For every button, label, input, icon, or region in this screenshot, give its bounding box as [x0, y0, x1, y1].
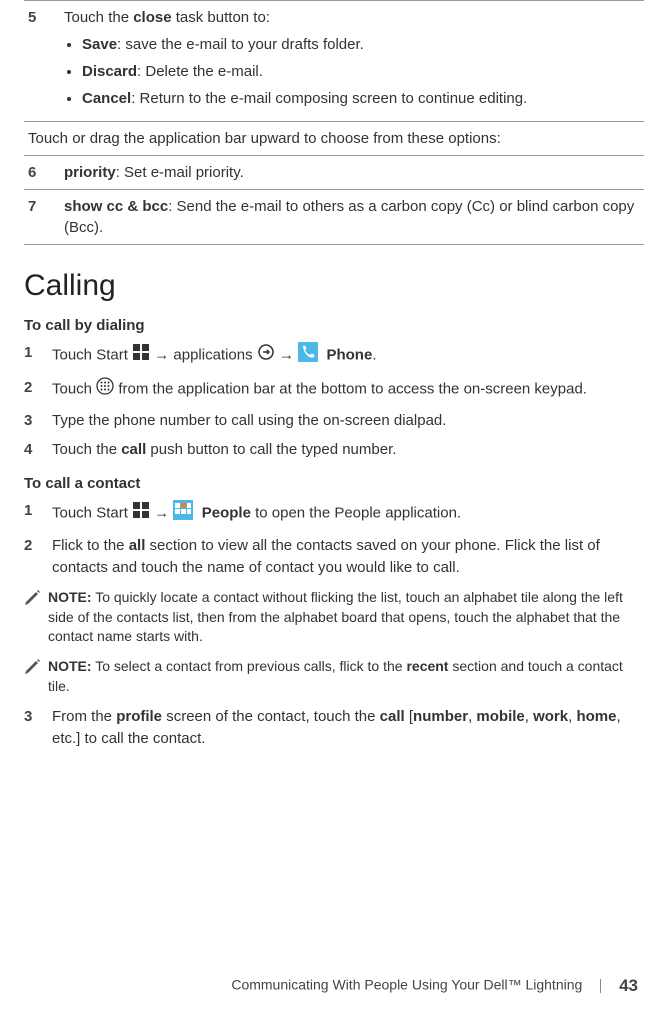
text: from the application bar at the bottom t…: [118, 380, 587, 397]
text: [: [405, 708, 413, 725]
start-tiles-icon: [132, 343, 150, 368]
note-body: NOTE: To select a contact from previous …: [48, 657, 644, 696]
step-body: priority: Set e-mail priority.: [60, 156, 644, 190]
bold: close: [133, 9, 171, 26]
note-pencil-icon: [24, 588, 48, 647]
step-number: 6: [24, 156, 60, 190]
step-body: Touch the call push button to call the t…: [52, 439, 644, 461]
step-row: 2 Touch from the application bar at the …: [24, 377, 644, 402]
bold: priority: [64, 164, 116, 181]
text: Touch the: [64, 9, 133, 26]
bold: call: [380, 708, 405, 725]
table-row: 5 Touch the close task button to: Save: …: [24, 1, 644, 122]
text: Touch Start: [52, 346, 132, 363]
table-row: Touch or drag the application bar upward…: [24, 122, 644, 156]
step-row: 2 Flick to the all section to view all t…: [24, 535, 644, 579]
step-body: Touch from the application bar at the bo…: [52, 377, 644, 402]
text: Touch the: [52, 441, 121, 458]
bold: show cc & bcc: [64, 198, 168, 215]
bold: Phone: [326, 346, 372, 363]
circle-arrow-icon: [257, 343, 275, 368]
step-row: 1 Touch Start → People to open the Peopl…: [24, 500, 644, 527]
bold: Discard: [82, 63, 137, 80]
page-number: 43: [619, 976, 638, 995]
step-number: 7: [24, 190, 60, 245]
step-number: 2: [24, 535, 52, 579]
text: to open the People application.: [251, 504, 461, 521]
text: To quickly locate a contact without flic…: [48, 589, 623, 644]
keypad-circle-icon: [96, 377, 114, 402]
text: screen of the contact, touch the: [162, 708, 380, 725]
text: applications: [173, 346, 256, 363]
text: : Return to the e-mail composing screen …: [131, 90, 527, 107]
text: From the: [52, 708, 116, 725]
bold: all: [129, 537, 146, 554]
note-row: NOTE: To select a contact from previous …: [24, 657, 644, 696]
list-item: Save: save the e-mail to your drafts fol…: [82, 34, 640, 55]
note-row: NOTE: To quickly locate a contact withou…: [24, 588, 644, 647]
text: Touch: [52, 380, 96, 397]
step-body: Type the phone number to call using the …: [52, 410, 644, 432]
page-title: Calling: [24, 269, 644, 303]
text: : Set e-mail priority.: [116, 164, 244, 181]
bold: recent: [406, 658, 448, 674]
step-number: 4: [24, 439, 52, 461]
note-label: NOTE:: [48, 658, 92, 674]
text: ,: [525, 708, 533, 725]
arrow: →: [279, 346, 294, 363]
note-label: NOTE:: [48, 589, 92, 605]
text: .: [372, 346, 376, 363]
text: push button to call the typed number.: [146, 441, 396, 458]
bold: home: [576, 708, 616, 725]
bold: work: [533, 708, 568, 725]
bold: Save: [82, 36, 117, 53]
step-number: 1: [24, 342, 52, 369]
bold: mobile: [476, 708, 524, 725]
step-body: Touch the close task button to: Save: sa…: [60, 1, 644, 122]
step-number: 2: [24, 377, 52, 402]
text: To select a contact from previous calls,…: [92, 658, 407, 674]
step-number: 3: [24, 706, 52, 750]
start-tiles-icon: [132, 501, 150, 526]
footer-text: Communicating With People Using Your Del…: [231, 977, 582, 993]
list-item: Discard: Delete the e-mail.: [82, 61, 640, 82]
step-body: Touch Start → applications → Phone.: [52, 342, 644, 369]
arrow: →: [154, 346, 169, 363]
step-row: 1 Touch Start → applications → Phone.: [24, 342, 644, 369]
footer-divider: [600, 979, 601, 993]
step-number: 5: [24, 1, 60, 122]
text: Flick to the: [52, 537, 129, 554]
step-body: show cc & bcc: Send the e-mail to others…: [60, 190, 644, 245]
bold: call: [121, 441, 146, 458]
table-row: 7 show cc & bcc: Send the e-mail to othe…: [24, 190, 644, 245]
step-number: 3: [24, 410, 52, 432]
list-item: Cancel: Return to the e-mail composing s…: [82, 88, 640, 109]
step-number: 1: [24, 500, 52, 527]
text: : save the e-mail to your drafts folder.: [117, 36, 364, 53]
bold: People: [202, 504, 251, 521]
table-row: 6 priority: Set e-mail priority.: [24, 156, 644, 190]
note-body: NOTE: To quickly locate a contact withou…: [48, 588, 644, 647]
text: Touch Start: [52, 504, 132, 521]
bold: Cancel: [82, 90, 131, 107]
text: task button to:: [172, 9, 270, 26]
subheading-contact: To call a contact: [24, 475, 644, 492]
subheading-dialing: To call by dialing: [24, 317, 644, 334]
text: : Delete the e-mail.: [137, 63, 263, 80]
people-tile-icon: [173, 500, 193, 527]
bold: number: [413, 708, 468, 725]
note-pencil-icon: [24, 657, 48, 696]
step-row: 3 Type the phone number to call using th…: [24, 410, 644, 432]
bold: profile: [116, 708, 162, 725]
phone-tile-icon: [298, 342, 318, 369]
step-body: Touch Start → People to open the People …: [52, 500, 644, 527]
step-body: From the profile screen of the contact, …: [52, 706, 644, 750]
step-row: 3 From the profile screen of the contact…: [24, 706, 644, 750]
arrow: →: [154, 504, 169, 521]
step-row: 4 Touch the call push button to call the…: [24, 439, 644, 461]
touch-drag-text: Touch or drag the application bar upward…: [24, 122, 644, 156]
options-table: 5 Touch the close task button to: Save: …: [24, 0, 644, 245]
page-footer: Communicating With People Using Your Del…: [30, 976, 638, 996]
step-body: Flick to the all section to view all the…: [52, 535, 644, 579]
